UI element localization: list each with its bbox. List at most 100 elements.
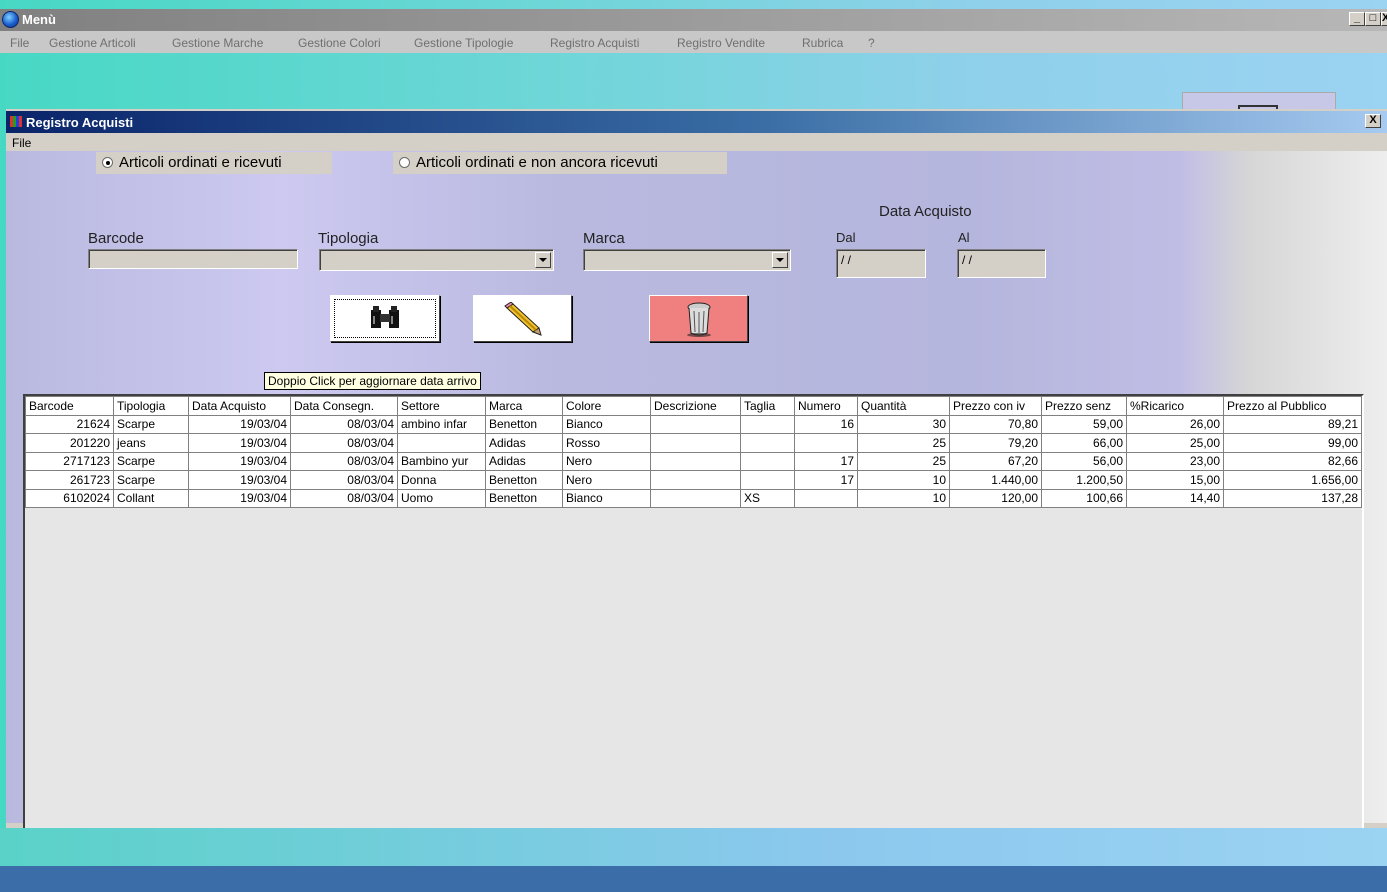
table-cell[interactable]: 17 [794, 470, 858, 490]
chevron-down-icon[interactable] [535, 252, 551, 268]
table-cell[interactable]: 23,00 [1126, 451, 1224, 471]
table-cell[interactable]: 1.656,00 [1223, 470, 1362, 490]
col-header[interactable]: Barcode [25, 396, 114, 416]
table-cell[interactable]: 2717123 [25, 451, 114, 471]
radio-received[interactable]: Articoli ordinati e ricevuti [96, 152, 332, 174]
col-header[interactable]: Numero [794, 396, 858, 416]
table-row[interactable]: 2717123 Scarpe 19/03/04 08/03/04 Bambino yur… [25, 451, 1362, 471]
chevron-down-icon[interactable] [772, 252, 788, 268]
table-cell[interactable]: 1.200,50 [1041, 470, 1127, 490]
table-cell[interactable] [740, 414, 795, 434]
table-cell[interactable]: 21624 [25, 414, 114, 434]
table-cell[interactable]: 19/03/04 [188, 470, 291, 490]
radio-not-received[interactable]: Articoli ordinati e non ancora ricevuti [393, 152, 727, 174]
table-cell[interactable] [397, 433, 486, 453]
col-header[interactable]: Colore [562, 396, 651, 416]
menu-gestione-colori[interactable]: Gestione Colori [298, 36, 381, 50]
table-cell[interactable]: Collant [113, 488, 189, 508]
delete-button[interactable] [649, 295, 748, 342]
table-cell[interactable]: 6102024 [25, 488, 114, 508]
table-cell[interactable] [740, 451, 795, 471]
table-cell[interactable] [794, 488, 858, 508]
table-cell[interactable]: Donna [397, 470, 486, 490]
table-cell[interactable]: 82,66 [1223, 451, 1362, 471]
tipologia-select[interactable] [319, 249, 554, 271]
table-cell[interactable] [650, 433, 741, 453]
table-cell[interactable]: Scarpe [113, 470, 189, 490]
table-cell[interactable] [740, 470, 795, 490]
table-cell[interactable]: 56,00 [1041, 451, 1127, 471]
table-cell[interactable]: Scarpe [113, 451, 189, 471]
table-cell[interactable]: Bambino yur [397, 451, 486, 471]
marca-select[interactable] [583, 249, 791, 271]
table-cell[interactable]: Bianco [562, 414, 651, 434]
table-cell[interactable]: 08/03/04 [290, 433, 398, 453]
search-button[interactable] [330, 295, 440, 342]
table-cell[interactable]: 1.440,00 [949, 470, 1042, 490]
table-cell[interactable]: 59,00 [1041, 414, 1127, 434]
table-cell[interactable]: 19/03/04 [188, 433, 291, 453]
table-cell[interactable]: XS [740, 488, 795, 508]
table-cell[interactable]: 30 [857, 414, 950, 434]
table-cell[interactable]: 19/03/04 [188, 451, 291, 471]
menu-rubrica[interactable]: Rubrica [802, 36, 843, 50]
menu-file[interactable]: File [10, 36, 29, 50]
col-header[interactable]: Marca [485, 396, 563, 416]
minimize-button[interactable]: _ [1349, 12, 1365, 26]
table-cell[interactable]: 08/03/04 [290, 414, 398, 434]
menu-gestione-articoli[interactable]: Gestione Articoli [49, 36, 136, 50]
table-cell[interactable]: 67,20 [949, 451, 1042, 471]
table-cell[interactable] [650, 451, 741, 471]
menu-registro-acquisti[interactable]: Registro Acquisti [550, 36, 639, 50]
table-cell[interactable]: 201220 [25, 433, 114, 453]
col-header[interactable]: Settore [397, 396, 486, 416]
col-header[interactable]: Quantità [857, 396, 950, 416]
edit-button[interactable] [473, 295, 572, 342]
child-close-button[interactable]: X [1365, 114, 1381, 128]
col-header[interactable]: Data Consegn. [290, 396, 398, 416]
table-cell[interactable]: 66,00 [1041, 433, 1127, 453]
table-cell[interactable]: Adidas [485, 433, 563, 453]
table-row[interactable]: 261723 Scarpe 19/03/04 08/03/04 Donna Benetto… [25, 470, 1362, 490]
table-cell[interactable]: 70,80 [949, 414, 1042, 434]
table-cell[interactable]: 89,21 [1223, 414, 1362, 434]
table-cell[interactable]: jeans [113, 433, 189, 453]
table-cell[interactable]: 19/03/04 [188, 414, 291, 434]
table-cell[interactable]: 25 [857, 433, 950, 453]
al-date-field[interactable]: / / [957, 249, 1046, 278]
maximize-button[interactable]: □ [1365, 12, 1381, 26]
table-row[interactable]: 6102024 Collant 19/03/04 08/03/04 Uomo Benett… [25, 488, 1362, 508]
table-cell[interactable]: Benetton [485, 414, 563, 434]
col-header[interactable]: Prezzo al Pubblico [1223, 396, 1362, 416]
table-cell[interactable]: 15,00 [1126, 470, 1224, 490]
barcode-input[interactable] [88, 249, 298, 269]
table-cell[interactable]: Benetton [485, 488, 563, 508]
table-cell[interactable]: 17 [794, 451, 858, 471]
table-cell[interactable] [740, 433, 795, 453]
table-cell[interactable]: Adidas [485, 451, 563, 471]
close-button[interactable]: X [1381, 12, 1387, 26]
table-cell[interactable]: 10 [857, 488, 950, 508]
table-cell[interactable]: 99,00 [1223, 433, 1362, 453]
table-row[interactable]: 21624 Scarpe 19/03/04 08/03/04 ambino infar B… [25, 414, 1362, 434]
table-cell[interactable]: Uomo [397, 488, 486, 508]
table-cell[interactable]: 26,00 [1126, 414, 1224, 434]
col-header[interactable]: Prezzo senz [1041, 396, 1127, 416]
child-menu-file[interactable]: File [12, 136, 31, 150]
table-cell[interactable]: Rosso [562, 433, 651, 453]
table-cell[interactable]: 261723 [25, 470, 114, 490]
table-cell[interactable] [650, 414, 741, 434]
table-cell[interactable]: 08/03/04 [290, 451, 398, 471]
table-cell[interactable]: 14,40 [1126, 488, 1224, 508]
col-header[interactable]: %Ricarico [1126, 396, 1224, 416]
menu-registro-vendite[interactable]: Registro Vendite [677, 36, 765, 50]
table-cell[interactable]: ambino infar [397, 414, 486, 434]
table-cell[interactable] [650, 488, 741, 508]
table-cell[interactable]: 137,28 [1223, 488, 1362, 508]
table-cell[interactable]: Nero [562, 470, 651, 490]
table-cell[interactable]: 120,00 [949, 488, 1042, 508]
menu-gestione-tipologie[interactable]: Gestione Tipologie [414, 36, 513, 50]
col-header[interactable]: Taglia [740, 396, 795, 416]
acquisti-grid[interactable]: Barcode Tipologia Data Acquisto Data Con… [23, 394, 1364, 831]
dal-date-field[interactable]: / / [836, 249, 926, 278]
